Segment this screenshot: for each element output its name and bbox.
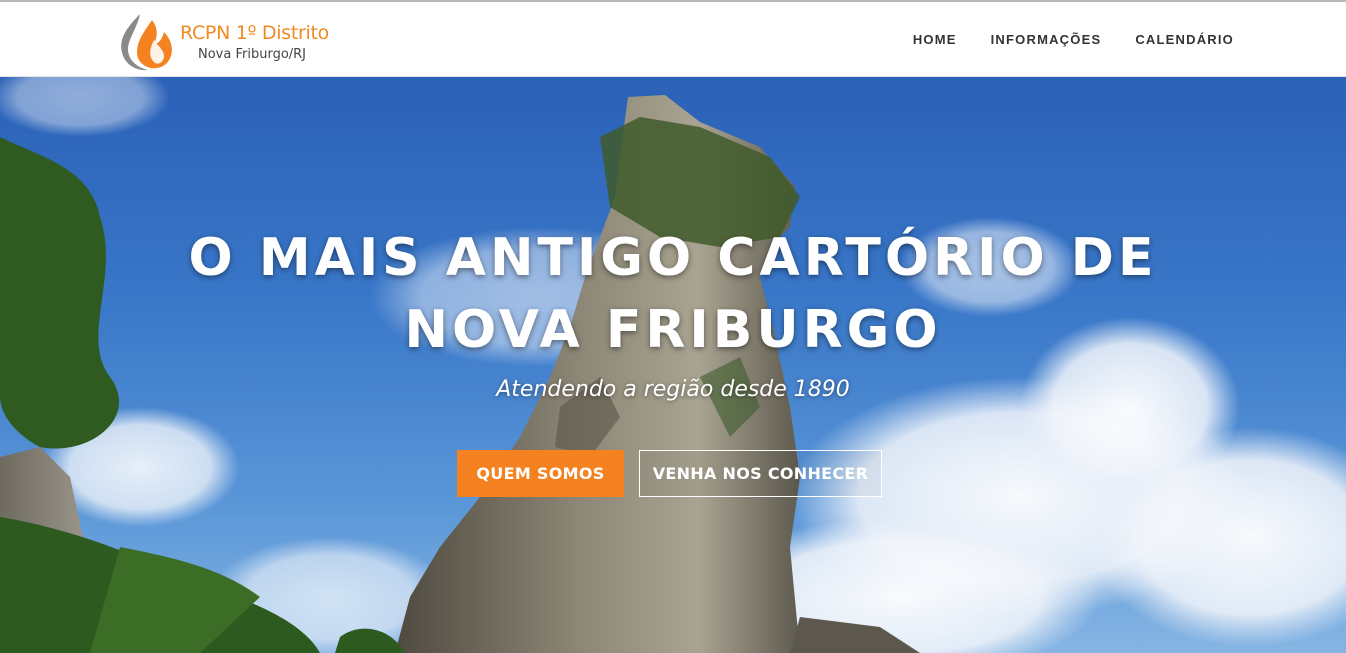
brand-title: RCPN 1º Distrito (180, 22, 329, 44)
nav-informacoes[interactable]: INFORMAÇÕES (991, 32, 1102, 47)
hero-section: O MAIS ANTIGO CARTÓRIO DE NOVA FRIBURGO … (0, 77, 1346, 653)
nav-calendario[interactable]: CALENDÁRIO (1135, 32, 1234, 47)
venha-nos-conhecer-button[interactable]: VENHA NOS CONHECER (639, 450, 882, 497)
brand-subtitle: Nova Friburgo/RJ (198, 47, 307, 62)
hero-title: O MAIS ANTIGO CARTÓRIO DE NOVA FRIBURGO (188, 228, 1158, 360)
quem-somos-button[interactable]: QUEM SOMOS (457, 450, 624, 497)
navbar: RCPN 1º Distrito Nova Friburgo/RJ HOME I… (0, 2, 1346, 77)
main-nav: HOME INFORMAÇÕES CALENDÁRIO (913, 32, 1234, 47)
hero-subtitle: Atendendo a região desde 1890 (496, 377, 850, 402)
nav-home[interactable]: HOME (913, 32, 957, 47)
flame-logo-icon (121, 14, 172, 71)
brand-logo[interactable]: RCPN 1º Distrito Nova Friburgo/RJ (118, 10, 358, 72)
